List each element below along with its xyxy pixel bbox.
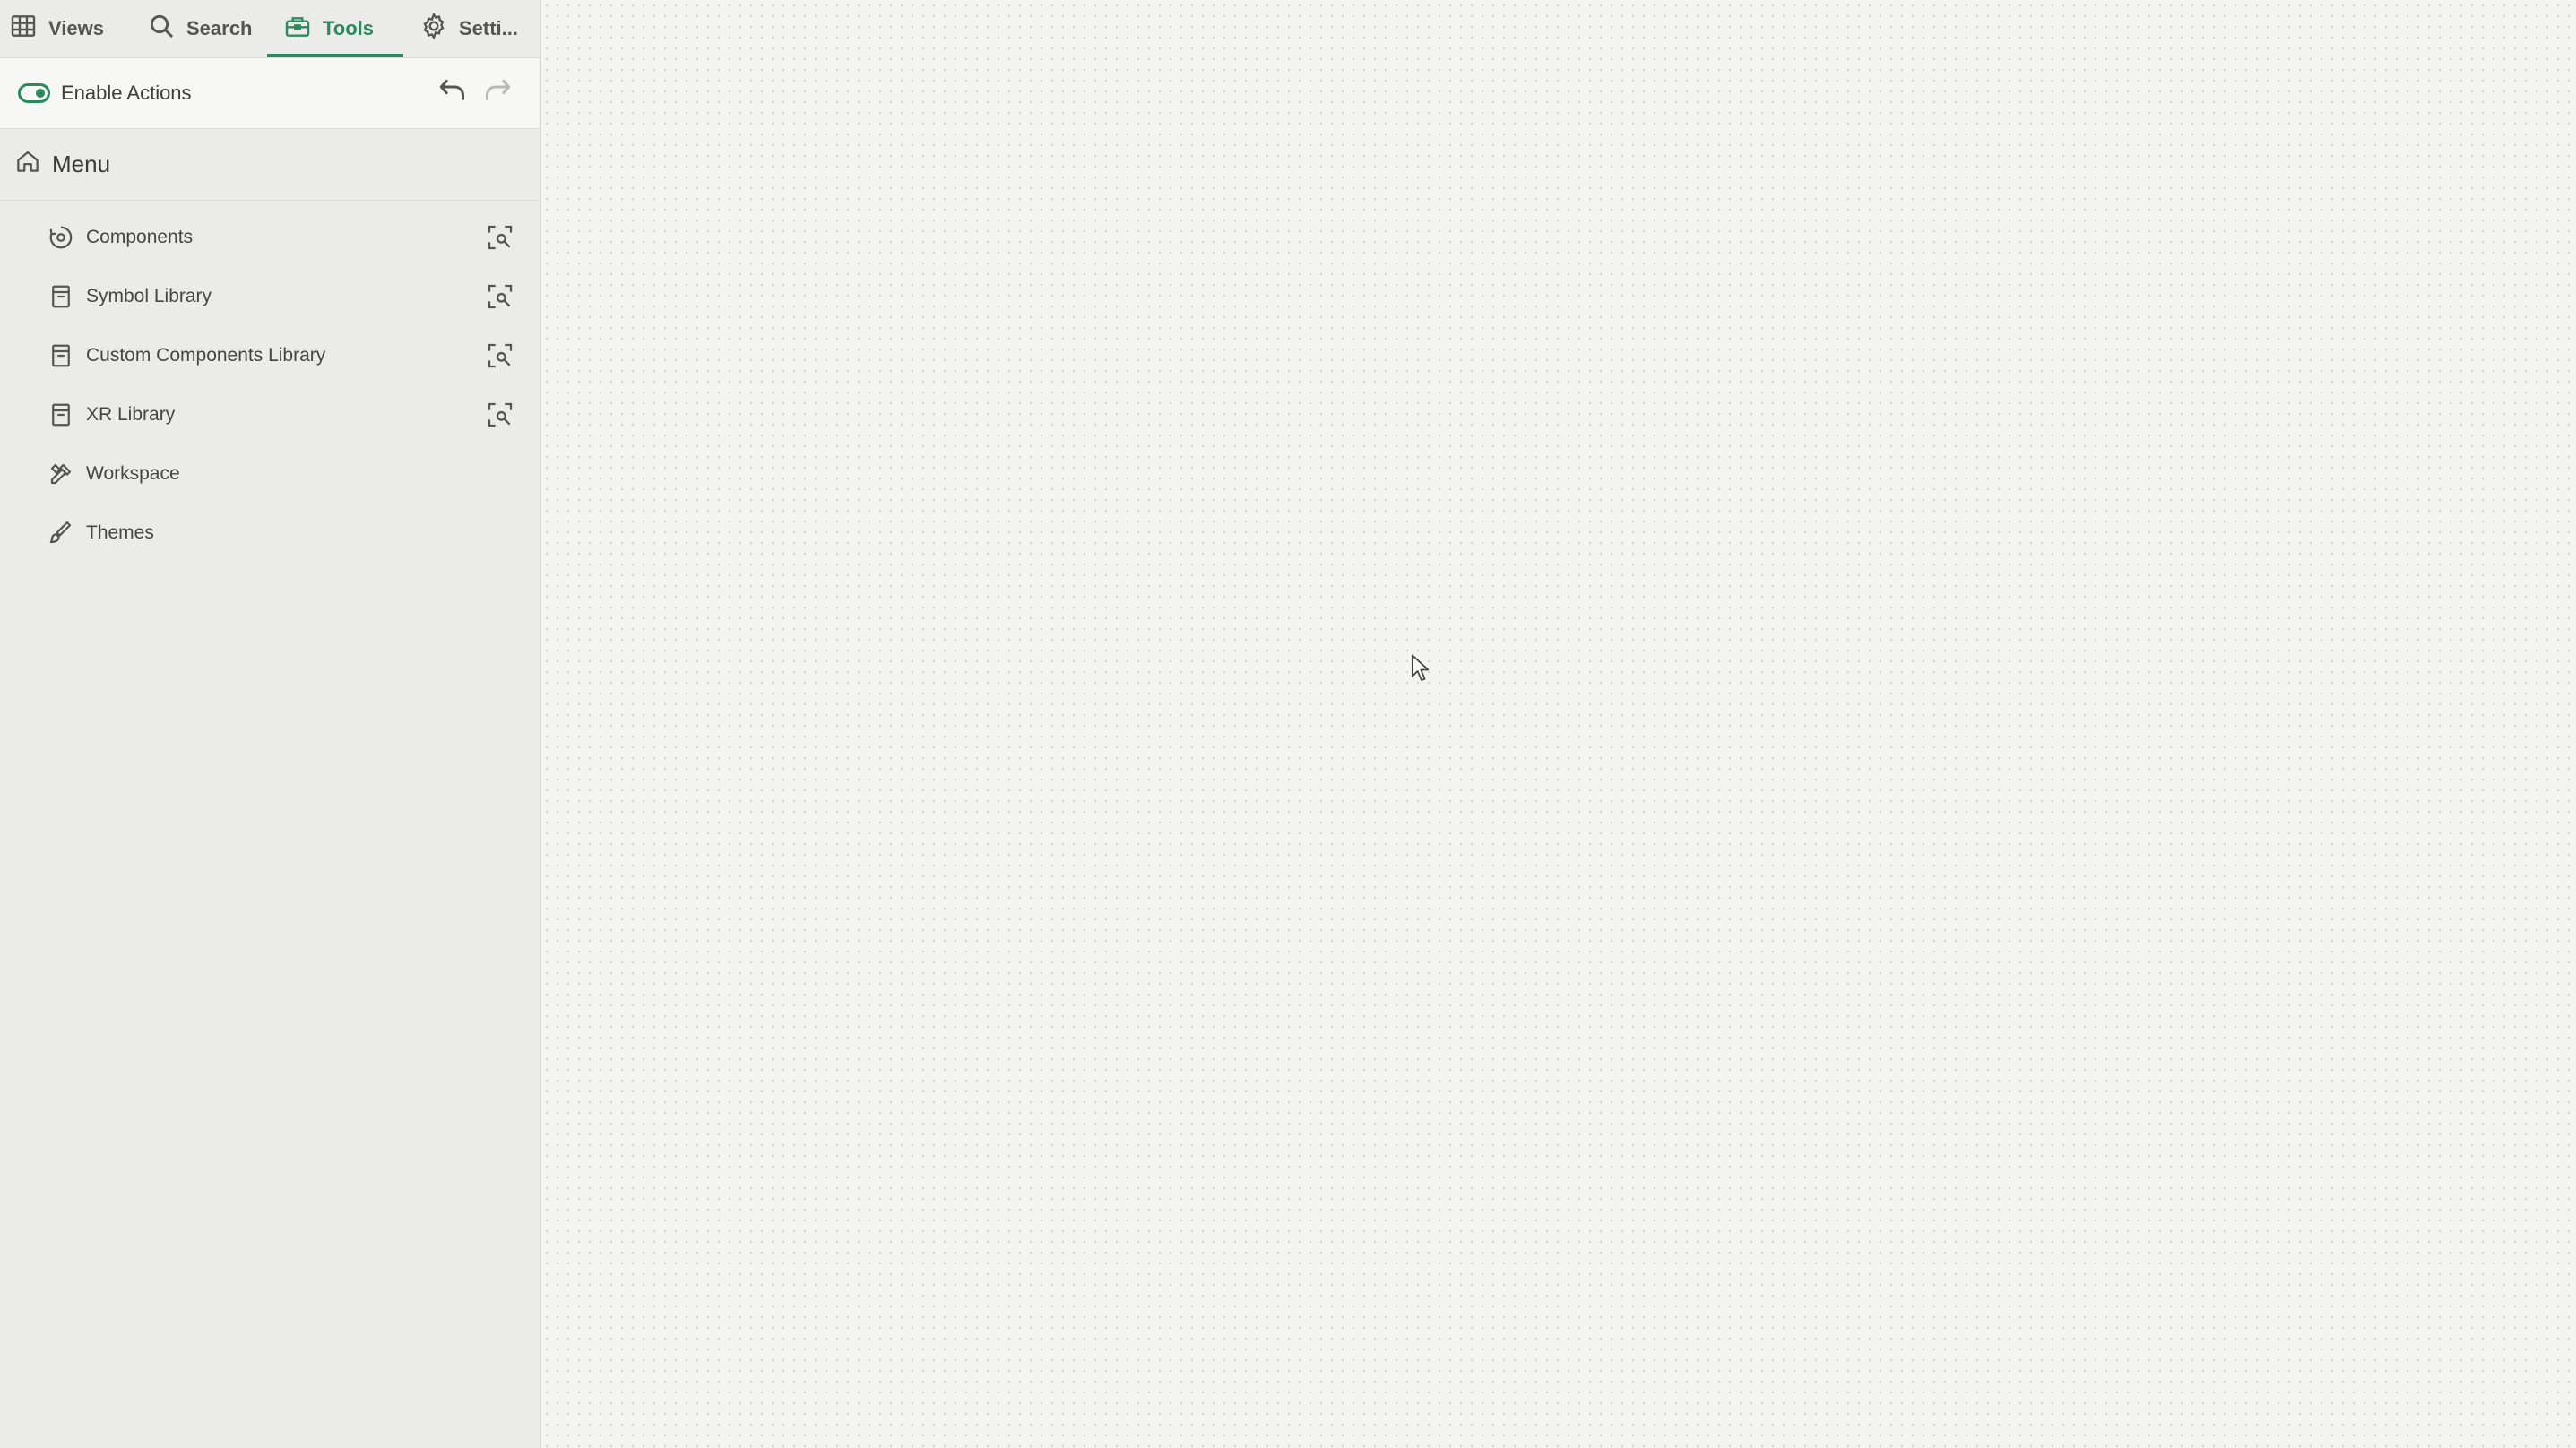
- tab-tools-label: Tools: [323, 17, 375, 39]
- focus-select-icon[interactable]: [484, 399, 516, 431]
- tab-search[interactable]: Search: [136, 0, 267, 57]
- tab-views[interactable]: Views: [0, 0, 136, 57]
- tab-bar: Views Search Tools Setti...: [0, 0, 540, 57]
- tab-settings[interactable]: Setti...: [403, 0, 540, 57]
- enable-actions-toggle[interactable]: [18, 83, 50, 103]
- menu-item-components[interactable]: Components: [0, 208, 540, 267]
- grid-icon: [9, 12, 38, 46]
- library-icon: [47, 282, 75, 311]
- brush-icon: [47, 519, 75, 547]
- search-icon: [147, 12, 176, 46]
- menu-item-label: Themes: [86, 522, 154, 543]
- tools-icon: [47, 460, 75, 488]
- enable-actions-label: Enable Actions: [61, 82, 192, 104]
- menu-item-label: Workspace: [86, 463, 180, 484]
- menu-item-label: Custom Components Library: [86, 345, 326, 366]
- mouse-cursor-icon: [1411, 654, 1430, 681]
- components-icon: [47, 223, 75, 252]
- menu-item-label: XR Library: [86, 404, 176, 425]
- menu-item-xr-library[interactable]: XR Library: [0, 385, 540, 444]
- menu-item-symbol-library[interactable]: Symbol Library: [0, 267, 540, 326]
- undo-icon: [434, 73, 470, 114]
- library-icon: [47, 341, 75, 370]
- focus-select-icon[interactable]: [484, 280, 516, 313]
- tab-views-label: Views: [48, 17, 104, 39]
- menu-title: Menu: [52, 151, 111, 177]
- menu-item-label: Symbol Library: [86, 286, 212, 306]
- menu-item-workspace[interactable]: Workspace: [0, 444, 540, 504]
- app-window: Views Search Tools Setti... Enable Actio…: [0, 0, 2576, 1448]
- menu-list: Components Symbol Library Custom Compone…: [0, 201, 540, 563]
- tab-search-label: Search: [186, 17, 253, 39]
- redo-icon: [480, 73, 516, 114]
- home-icon: [14, 148, 41, 181]
- menu-item-custom-components-library[interactable]: Custom Components Library: [0, 326, 540, 385]
- focus-select-icon[interactable]: [484, 340, 516, 372]
- toolbox-icon: [283, 12, 312, 46]
- workspace-canvas[interactable]: [541, 0, 2576, 1448]
- tab-tools[interactable]: Tools: [267, 0, 403, 57]
- redo-button[interactable]: [475, 70, 522, 116]
- menu-header[interactable]: Menu: [0, 129, 540, 201]
- library-icon: [47, 401, 75, 429]
- tab-settings-label: Setti...: [459, 17, 519, 39]
- actions-bar: Enable Actions: [0, 57, 540, 129]
- focus-select-icon[interactable]: [484, 221, 516, 254]
- gear-icon: [419, 12, 448, 46]
- undo-button[interactable]: [428, 70, 475, 116]
- sidebar: Views Search Tools Setti... Enable Actio…: [0, 0, 541, 1448]
- menu-item-themes[interactable]: Themes: [0, 504, 540, 563]
- menu-item-label: Components: [86, 227, 194, 247]
